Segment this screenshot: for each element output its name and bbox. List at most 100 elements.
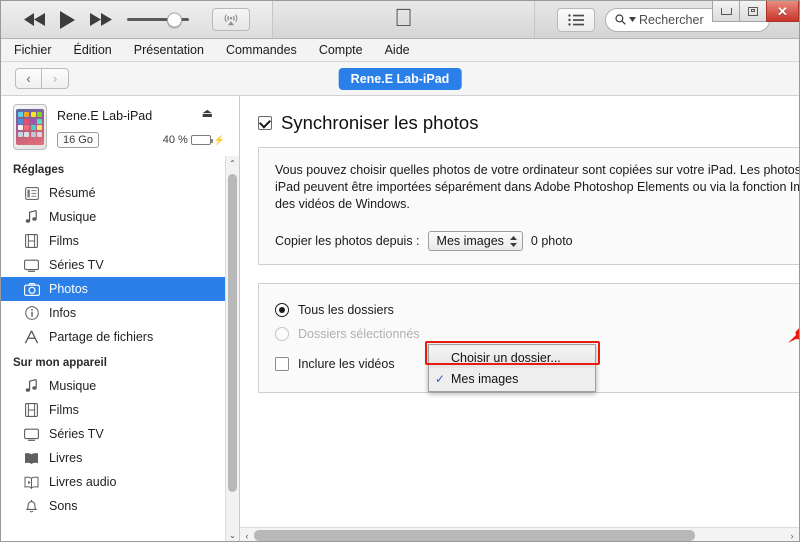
dropdown-item-choisir-un-dossier[interactable]: Choisir un dossier... xyxy=(429,347,595,368)
tv-icon xyxy=(23,428,40,441)
sidebar-item-infos[interactable]: Infos xyxy=(1,301,239,325)
sidebar-item-device-films[interactable]: Films xyxy=(1,398,239,422)
radio-all-folders[interactable] xyxy=(275,303,289,317)
window-controls: ✕ xyxy=(712,1,799,22)
menu-item-compte[interactable]: Compte xyxy=(316,42,366,58)
sidebar-scrollbar[interactable]: ⌃ ⌄ xyxy=(225,156,239,541)
tv-icon xyxy=(23,259,40,272)
music-note-icon xyxy=(23,379,40,393)
sidebar-item-livres[interactable]: Livres xyxy=(1,446,239,470)
sidebar-item-musique[interactable]: Musique xyxy=(1,205,239,229)
copy-from-dropdown-menu[interactable]: Choisir un dossier... ✓ Mes images xyxy=(428,344,596,392)
checkbox-include-videos[interactable] xyxy=(275,357,289,371)
fast-forward-icon[interactable] xyxy=(89,12,112,27)
camera-icon xyxy=(23,282,40,296)
close-button[interactable]: ✕ xyxy=(766,1,799,22)
sidebar-section-reglages: Réglages xyxy=(13,164,65,176)
copy-from-value: Mes images xyxy=(436,234,504,248)
updown-chevrons-icon xyxy=(509,235,517,247)
sidebar-scrollbar-thumb[interactable] xyxy=(228,174,237,492)
device-tab[interactable]: Rene.E Lab-iPad xyxy=(338,67,462,90)
option-label: Tous les dossiers xyxy=(298,303,394,317)
main-horizontal-scrollbar[interactable]: ‹ › xyxy=(240,527,799,541)
list-view-icon[interactable] xyxy=(557,7,595,32)
apple-logo-area:  xyxy=(273,1,534,38)
device-header: Rene.E Lab-iPad 16 Go 40 % ⚡ ⏏ xyxy=(1,96,239,156)
battery-percent: 40 % xyxy=(162,134,188,146)
volume-slider[interactable] xyxy=(126,12,193,27)
dropdown-item-mes-images[interactable]: ✓ Mes images xyxy=(429,368,595,389)
menu-item-presentation[interactable]: Présentation xyxy=(131,42,207,58)
radio-selected-folders xyxy=(275,327,289,341)
description-line-3: des vidéos de Windows. xyxy=(275,197,410,211)
device-name: Rene.E Lab-iPad xyxy=(57,109,153,123)
copy-from-label: Copier les photos depuis : xyxy=(275,234,420,248)
hscroll-left-icon[interactable]: ‹ xyxy=(240,531,254,541)
forward-button[interactable]: › xyxy=(42,68,69,89)
menu-item-fichier[interactable]: Fichier xyxy=(11,42,55,58)
bell-icon xyxy=(23,499,40,513)
sidebar-section-sur-mon-appareil: Sur mon appareil xyxy=(13,357,107,369)
sidebar-item-label: Films xyxy=(49,403,79,417)
option-all-folders[interactable]: Tous les dossiers xyxy=(275,298,799,322)
dropdown-item-label: Mes images xyxy=(451,371,519,386)
file-sharing-icon xyxy=(23,330,40,344)
description-panel: Vous pouvez choisir quelles photos de vo… xyxy=(258,147,799,265)
device-capacity-badge: 16 Go xyxy=(57,132,99,148)
ipad-screen xyxy=(16,109,44,145)
sidebar-item-films[interactable]: Films xyxy=(1,229,239,253)
menu-item-aide[interactable]: Aide xyxy=(382,42,413,58)
sidebar-item-label: Séries TV xyxy=(49,258,104,272)
copy-from-row: Copier les photos depuis : Mes images 0 … xyxy=(275,231,799,251)
sidebar-item-label: Résumé xyxy=(49,186,96,200)
sidebar-item-label: Musique xyxy=(49,210,97,224)
scroll-down-icon[interactable]: ⌄ xyxy=(226,528,239,541)
sidebar-item-sons[interactable]: Sons xyxy=(1,494,239,518)
search-icon xyxy=(615,14,626,25)
sidebar-item-partage-de-fichiers[interactable]: Partage de fichiers xyxy=(1,325,239,349)
ipad-thumbnail xyxy=(13,104,47,150)
rewind-icon[interactable] xyxy=(23,12,46,27)
sync-photos-row[interactable]: Synchroniser les photos xyxy=(258,112,799,134)
airplay-icon[interactable] xyxy=(211,8,250,31)
sidebar-item-label: Musique xyxy=(49,379,97,393)
sidebar-item-device-musique[interactable]: Musique xyxy=(1,374,239,398)
hscroll-right-icon[interactable]: › xyxy=(785,531,799,541)
summary-icon xyxy=(23,186,40,200)
sync-photos-checkbox[interactable] xyxy=(258,116,272,130)
back-button[interactable]: ‹ xyxy=(15,68,42,89)
maximize-button[interactable] xyxy=(739,1,767,22)
eject-icon[interactable]: ⏏ xyxy=(202,106,213,120)
minimize-button[interactable] xyxy=(712,1,740,22)
sidebar-item-label: Films xyxy=(49,234,79,248)
sidebar-item-photos[interactable]: Photos xyxy=(1,277,239,301)
sidebar-item-label: Partage de fichiers xyxy=(49,330,154,344)
menu-item-edition[interactable]: Édition xyxy=(71,42,115,58)
red-arrow-annotation xyxy=(788,328,799,343)
checkmark-icon: ✓ xyxy=(434,371,446,386)
dropdown-item-label: Choisir un dossier... xyxy=(451,350,561,365)
main-panel: Synchroniser les photos Vous pouvez choi… xyxy=(240,96,799,541)
photo-count: 0 photo xyxy=(530,234,573,248)
hscroll-track[interactable] xyxy=(254,530,785,541)
top-toolbar:  Rechercher ✕ xyxy=(1,1,799,39)
menu-item-commandes[interactable]: Commandes xyxy=(223,42,300,58)
book-icon xyxy=(23,452,40,465)
audiobook-icon xyxy=(23,476,40,489)
option-selected-folders: Dossiers sélectionnés xyxy=(275,322,799,346)
sidebar-item-label: Infos xyxy=(49,306,77,320)
sidebar-item-series-tv[interactable]: Séries TV xyxy=(1,253,239,277)
sidebar-item-livres-audio[interactable]: Livres audio xyxy=(1,470,239,494)
sidebar-item-resume[interactable]: Résumé xyxy=(1,181,239,205)
sidebar-scroll-area: Réglages Résumé Musique Films Séries TV … xyxy=(1,156,239,531)
sidebar-item-device-series-tv[interactable]: Séries TV xyxy=(1,422,239,446)
info-circle-icon xyxy=(23,306,40,320)
sidebar-item-label: Livres audio xyxy=(49,475,117,489)
itunes-window:  Rechercher ✕ Fichier Édition xyxy=(0,0,800,542)
play-icon[interactable] xyxy=(59,10,77,30)
volume-knob[interactable] xyxy=(166,12,182,27)
hscroll-thumb[interactable] xyxy=(254,530,695,541)
sidebar-item-label: Sons xyxy=(49,499,78,513)
copy-from-dropdown[interactable]: Mes images xyxy=(427,231,523,251)
scroll-up-icon[interactable]: ⌃ xyxy=(226,156,239,171)
